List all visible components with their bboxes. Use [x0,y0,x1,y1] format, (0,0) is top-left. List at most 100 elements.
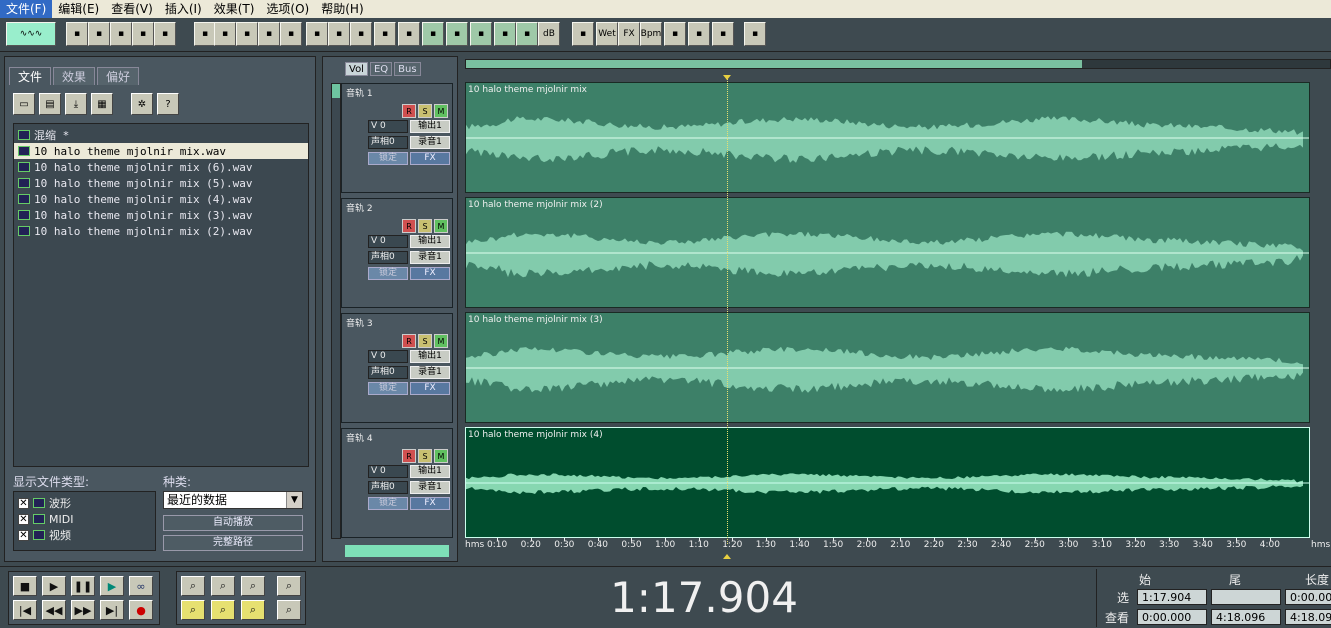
file-list-item[interactable]: 10 halo theme mjolnir mix (2).wav [14,223,308,239]
playhead-cursor[interactable] [727,76,728,544]
file-type-row[interactable]: ✕ MIDI [18,511,151,527]
bpm-icon[interactable]: Bpm [640,22,662,46]
record-arm-button[interactable]: R [402,449,416,463]
help-icon[interactable]: ? [157,93,179,115]
wave-mode-icon[interactable]: ∿∿∿ [6,22,56,46]
menu-item-0[interactable]: 文件(F) [0,0,53,18]
file-list[interactable]: 混缩 * 10 halo theme mjolnir mix.wav 10 halo… [13,123,309,467]
cut-icon[interactable]: ▪ [280,22,302,46]
zoom-out-v-icon[interactable]: ⌕ [277,600,301,620]
mute-button[interactable]: M [434,219,448,233]
new-icon[interactable]: ▪ [66,22,88,46]
lock-button[interactable]: 锁定 [368,152,408,165]
marker-icon[interactable]: ▪ [516,22,538,46]
solo-button[interactable]: S [418,219,432,233]
checkbox[interactable]: ✕ [18,529,29,541]
merge-icon[interactable]: ▪ [350,22,372,46]
record-arm-button[interactable]: R [402,334,416,348]
volume-field[interactable]: V 0 [368,465,408,478]
mixer-icon[interactable]: ▪ [712,22,734,46]
overview-visible-range[interactable] [466,60,1082,68]
rewind-icon[interactable]: ◀◀ [42,600,66,620]
menu-item-3[interactable]: 插入(I) [159,0,208,18]
fx-button[interactable]: FX [410,152,450,165]
zoom-box-icon[interactable]: ▪ [664,22,686,46]
zoom-right-icon[interactable]: ⌕ [241,600,265,620]
db-icon[interactable]: dB [538,22,560,46]
playhead-top-marker[interactable] [723,75,731,80]
open-icon[interactable]: ▪ [88,22,110,46]
close-file-icon[interactable]: ▦ [91,93,113,115]
lock-button[interactable]: 锁定 [368,497,408,510]
pan-field[interactable]: 声相0 [368,251,408,264]
output-button[interactable]: 输出1 [410,465,450,478]
stop-icon[interactable]: ■ [13,576,37,596]
play-to-end-icon[interactable]: ▶ [100,576,124,596]
arm-icon[interactable]: ▪ [422,22,444,46]
level-icon[interactable]: ▪ [446,22,468,46]
envelope-icon[interactable]: ▪ [306,22,328,46]
mute-button[interactable]: M [434,449,448,463]
zoom-in-h-icon[interactable]: ⌕ [181,576,205,596]
zoom-sel-icon[interactable]: ⌕ [181,600,205,620]
mute-button[interactable]: M [434,334,448,348]
solo-button[interactable]: S [418,104,432,118]
lock-icon[interactable]: ▪ [374,22,396,46]
selection-end-field[interactable]: 4:18.096 [1211,609,1281,625]
checkbox[interactable]: ✕ [18,513,29,525]
pan-field[interactable]: 声相0 [368,366,408,379]
save-as-icon[interactable]: ▪ [154,22,176,46]
open-file-icon[interactable]: ▭ [13,93,35,115]
file-list-item[interactable]: 10 halo theme mjolnir mix (5).wav [14,175,308,191]
zoom-left-icon[interactable]: ⌕ [211,600,235,620]
record-input-button[interactable]: 录音1 [410,251,450,264]
volume-field[interactable]: V 0 [368,120,408,133]
autoplay-button[interactable]: 自动播放 [163,515,303,531]
wet-icon[interactable]: Wet [596,22,618,46]
tab-2[interactable]: 偏好 [97,67,140,85]
track-waveform[interactable]: 10 halo theme mjolnir mix (3) [465,312,1310,423]
file-list-item[interactable]: 10 halo theme mjolnir mix (6).wav [14,159,308,175]
zoom-in-v-icon[interactable]: ⌕ [277,576,301,596]
play-icon[interactable]: ▶ [42,576,66,596]
record-arm-button[interactable]: R [402,219,416,233]
chevron-down-icon[interactable]: ▼ [286,492,302,508]
pan-field[interactable]: 声相0 [368,481,408,494]
record-icon[interactable]: ▪ [398,22,420,46]
scrollbar-thumb[interactable] [332,84,340,98]
overview-bar[interactable] [465,59,1331,69]
tab-0[interactable]: 文件 [9,67,52,85]
menu-item-1[interactable]: 编辑(E) [52,0,105,18]
track-scrollbar[interactable] [331,83,341,539]
loop-icon[interactable]: ▪ [236,22,258,46]
pan-field[interactable]: 声相0 [368,136,408,149]
selection-start-field[interactable]: 0:00.000 [1137,609,1207,625]
insert-icon[interactable]: ⤓ [65,93,87,115]
selection-length-field[interactable]: 0:00.000 [1285,589,1331,605]
volume-field[interactable]: V 0 [368,350,408,363]
fx-button[interactable]: FX [410,497,450,510]
tempo-icon[interactable]: ▪ [470,22,492,46]
menu-item-6[interactable]: 帮助(H) [315,0,369,18]
category-select[interactable]: 最近的数据 ▼ [163,491,303,509]
time-ruler[interactable]: hms 0:10 0:20 0:30 0:40 0:50 1:00 1:10 1:20 1:30 1… [465,538,1331,552]
fx-button[interactable]: FX [410,267,450,280]
file-list-item[interactable]: 10 halo theme mjolnir mix.wav [14,143,308,159]
solo-button[interactable]: S [418,449,432,463]
open-folder-icon[interactable]: ▤ [39,93,61,115]
track-header-tab-2[interactable]: Bus [394,62,421,76]
solo-button[interactable]: S [418,334,432,348]
menu-item-5[interactable]: 选项(O) [260,0,315,18]
loop-play-icon[interactable]: ∞ [129,576,153,596]
undo-icon[interactable]: ▪ [194,22,216,46]
tab-1[interactable]: 效果 [53,67,96,85]
file-list-item[interactable]: 混缩 * [14,127,308,143]
file-type-row[interactable]: ✕ 视频 [18,527,151,543]
track-header-tab-0[interactable]: Vol [345,62,368,76]
go-start-icon[interactable]: |◀ [13,600,37,620]
record-input-button[interactable]: 录音1 [410,481,450,494]
zoom-full-icon[interactable]: ⌕ [241,576,265,596]
menu-item-4[interactable]: 效果(T) [208,0,261,18]
pan-icon[interactable]: ▪ [572,22,594,46]
pause-icon[interactable]: ❚❚ [71,576,95,596]
